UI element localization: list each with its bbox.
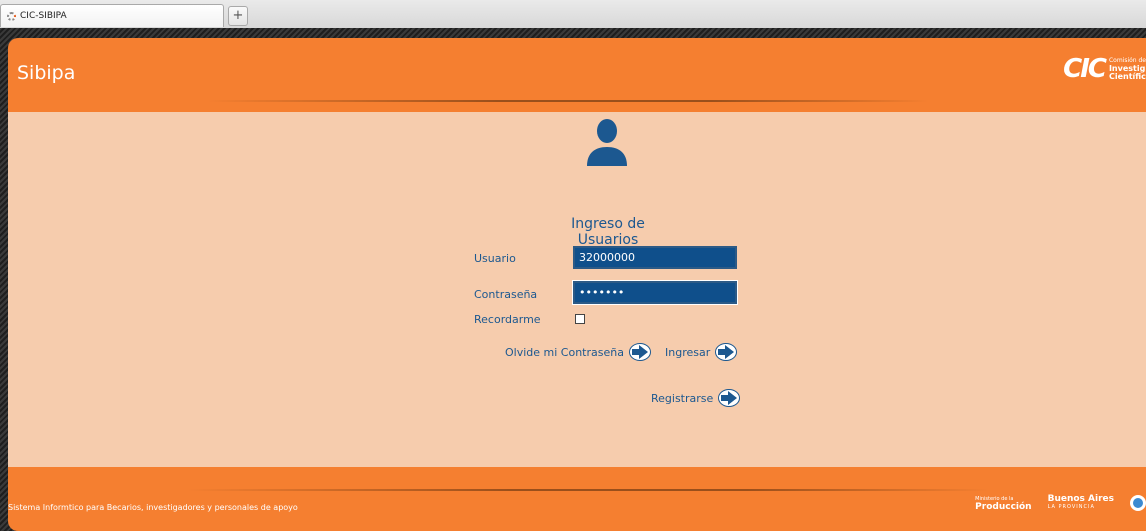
la-provincia-text: LA PROVINCIA — [1047, 504, 1095, 510]
loading-icon — [7, 11, 16, 21]
footer-text: Sistema Informtico para Becarios, invest… — [8, 503, 298, 512]
footer-logos: Ministerio de la Producción Buenos Aires… — [975, 495, 1146, 512]
page-title: Sibipa — [17, 62, 76, 84]
olvide-contrasena-label: Olvide mi Contraseña — [505, 345, 624, 359]
login-title: Ingreso de Usuarios — [571, 216, 645, 248]
cic-logo: CIC Comisión de Investig Científic — [1063, 56, 1146, 82]
usuario-label: Usuario — [474, 252, 516, 265]
cic-logo-line3: Científic — [1108, 72, 1146, 81]
header: Sibipa CIC Comisión de Investig Científi… — [8, 38, 1146, 112]
browser-tab-strip: CIC-SIBIPA + — [0, 0, 1146, 29]
recordarme-checkbox[interactable] — [575, 314, 585, 324]
produccion-logo: Ministerio de la Producción — [975, 495, 1032, 512]
province-circle-icon — [1130, 495, 1146, 511]
browser-tab-title: CIC-SIBIPA — [20, 11, 67, 21]
footer-divider — [188, 489, 988, 491]
arrow-right-icon — [715, 343, 738, 361]
ingresar-button[interactable]: Ingresar — [665, 343, 738, 361]
produccion-logo-text: Producción — [975, 502, 1032, 512]
registrarse-label: Registrarse — [651, 391, 714, 405]
registrarse-button[interactable]: Registrarse — [651, 389, 741, 407]
arrow-right-icon — [628, 343, 651, 361]
cic-logo-mark: CIC — [1063, 54, 1107, 84]
user-icon — [587, 119, 627, 166]
new-tab-button[interactable]: + — [228, 6, 248, 26]
header-divider — [208, 100, 928, 102]
buenos-aires-logo: Buenos Aires LA PROVINCIA — [1048, 495, 1114, 511]
browser-tab[interactable]: CIC-SIBIPA — [0, 4, 224, 27]
olvide-contrasena-link[interactable]: Olvide mi Contraseña — [505, 343, 651, 361]
contrasena-label: Contraseña — [474, 288, 538, 301]
ingresar-label: Ingresar — [665, 345, 711, 359]
page-background: Sibipa CIC Comisión de Investig Científi… — [0, 28, 1146, 531]
buenos-aires-logo-text: Buenos Aires — [1047, 494, 1114, 504]
footer: Sistema Informtico para Becarios, invest… — [8, 467, 1146, 531]
recordarme-label: Recordarme — [474, 313, 541, 326]
arrow-right-icon — [718, 389, 741, 407]
contrasena-input[interactable] — [573, 281, 737, 304]
usuario-input[interactable] — [573, 246, 737, 269]
cic-logo-text: Comisión de Investig Científic — [1109, 57, 1146, 81]
